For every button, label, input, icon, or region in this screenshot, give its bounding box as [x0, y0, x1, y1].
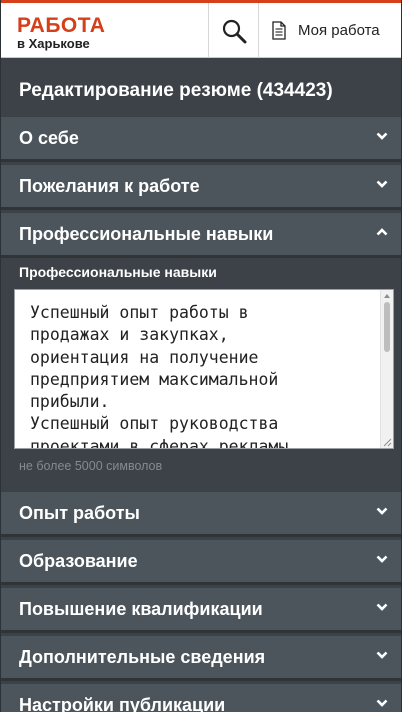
section-additional-info[interactable]: Дополнительные сведения	[1, 636, 401, 681]
app-frame: РАБОТА в Харькове Моя работа Редактирова…	[0, 0, 402, 712]
chevron-down-icon	[376, 180, 388, 188]
search-icon	[222, 19, 246, 43]
my-work-button[interactable]: Моя работа	[258, 3, 401, 58]
section-label: Пожелания к работе	[19, 175, 200, 196]
character-limit-hint: не более 5000 символов	[19, 459, 163, 473]
skills-field-label: Профессиональные навыки	[19, 264, 217, 280]
section-professional-skills[interactable]: Профессиональные навыки	[1, 213, 401, 258]
chevron-up-icon	[376, 228, 388, 236]
section-job-preferences[interactable]: Пожелания к работе	[1, 165, 401, 210]
section-label: Повышение квалификации	[19, 598, 263, 619]
chevron-down-icon	[376, 507, 388, 515]
section-education[interactable]: Образование	[1, 540, 401, 585]
chevron-down-icon	[376, 651, 388, 659]
skills-textarea-value[interactable]: Успешный опыт работы в продажах и закупк…	[30, 302, 385, 448]
scroll-up-arrow-icon[interactable]	[384, 294, 390, 298]
site-logo[interactable]: РАБОТА в Харькове	[17, 15, 105, 50]
page-title: Редактирование резюме (434423)	[1, 58, 401, 117]
section-label: О себе	[19, 127, 79, 148]
section-qualification-upgrade[interactable]: Повышение квалификации	[1, 588, 401, 633]
logo-subtitle: в Харькове	[17, 36, 90, 51]
section-work-experience[interactable]: Опыт работы	[1, 492, 401, 537]
textarea-scrollbar[interactable]	[380, 290, 393, 448]
document-icon	[272, 21, 286, 40]
chevron-down-icon	[376, 555, 388, 563]
header: РАБОТА в Харькове Моя работа	[1, 0, 401, 58]
logo-title: РАБОТА	[17, 14, 106, 37]
search-button[interactable]	[208, 3, 258, 58]
section-label: Настройки публикации	[19, 694, 226, 712]
section-label: Дополнительные сведения	[19, 646, 266, 667]
resize-grip-icon[interactable]	[382, 437, 392, 447]
section-about-me[interactable]: О себе	[1, 117, 401, 162]
skills-textarea[interactable]: Успешный опыт работы в продажах и закупк…	[14, 289, 394, 449]
my-work-label: Моя работа	[298, 22, 380, 39]
section-label: Образование	[19, 550, 138, 571]
section-label: Профессиональные навыки	[19, 223, 274, 244]
scroll-thumb[interactable]	[384, 302, 390, 352]
section-publication-settings[interactable]: Настройки публикации	[1, 684, 401, 712]
chevron-down-icon	[376, 699, 388, 707]
chevron-down-icon	[376, 603, 388, 611]
professional-skills-panel: Профессиональные навыки Успешный опыт ра…	[1, 261, 401, 489]
section-label: Опыт работы	[19, 502, 140, 523]
chevron-down-icon	[376, 132, 388, 140]
